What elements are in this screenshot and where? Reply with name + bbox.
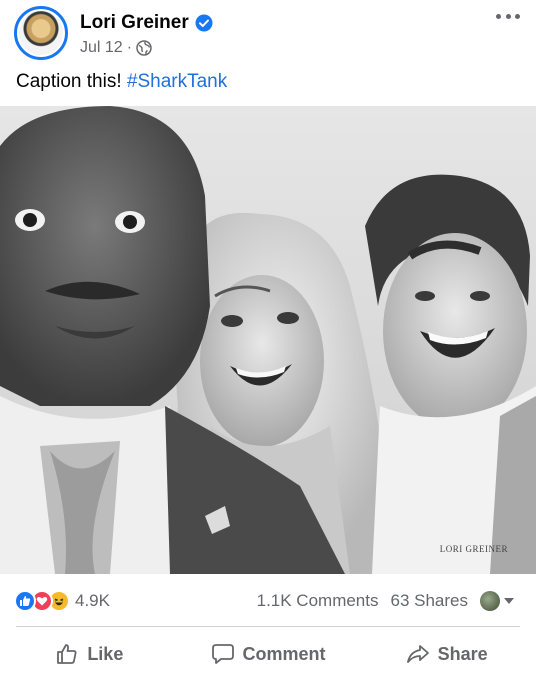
share-as-avatar[interactable] [480,591,500,611]
post-header: Lori Greiner Jul 12 · [0,0,536,68]
post-meta: Jul 12 · [80,39,152,57]
share-button[interactable]: Share [357,634,536,674]
like-reaction-icon [14,590,36,612]
post-stats: 4.9K 1.1K Comments 63 Shares [0,586,536,616]
engagement-counts: 1.1K Comments 63 Shares [257,591,514,611]
like-label: Like [87,643,124,664]
comment-bubble-icon [211,644,234,664]
post-photo[interactable]: LORI GREINER [0,106,536,574]
action-bar: Like Comment Share [0,634,536,674]
share-arrow-icon [406,645,429,663]
globe-icon [136,40,152,56]
hashtag-link[interactable]: #SharkTank [127,71,227,92]
more-dot [496,14,501,19]
thumbs-up-icon [57,644,77,664]
comment-button[interactable]: Comment [179,634,358,674]
author-name-row: Lori Greiner [80,12,213,34]
meta-separator: · [126,39,133,56]
shares-count-link[interactable]: 63 Shares [391,591,469,611]
chevron-down-icon[interactable] [504,598,514,604]
photo-illustration [0,106,536,574]
action-divider [16,626,520,627]
caption-text: Caption this! [16,71,127,92]
avatar-image [19,11,63,55]
more-dot [515,14,520,19]
comment-label: Comment [242,643,326,664]
reaction-count: 4.9K [75,591,110,610]
reaction-summary[interactable]: 4.9K [14,590,110,612]
author-avatar[interactable] [14,6,68,60]
author-name[interactable]: Lori Greiner [80,12,189,34]
post-caption: Caption this! #SharkTank [16,71,227,93]
share-label: Share [437,643,488,664]
more-dot [505,14,511,19]
post-date[interactable]: Jul 12 [80,39,123,57]
comments-count-link[interactable]: 1.1K Comments [257,591,379,611]
like-button[interactable]: Like [0,634,179,674]
photo-watermark: LORI GREINER [439,544,508,554]
verified-badge-icon [195,14,213,32]
more-options-icon[interactable] [496,14,520,22]
